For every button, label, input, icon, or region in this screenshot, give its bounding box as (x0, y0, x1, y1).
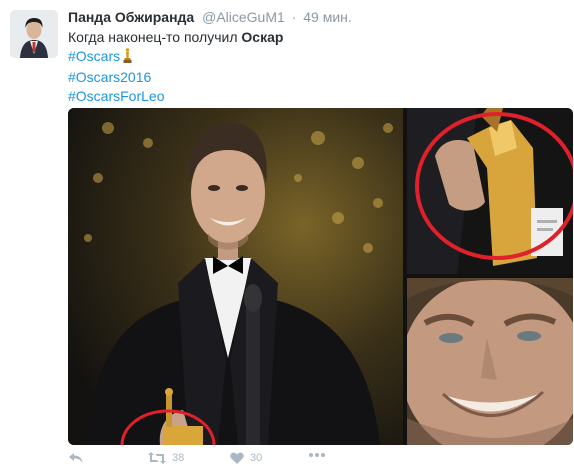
media-photo-main[interactable] (68, 108, 403, 445)
photo-actor-on-stage (68, 108, 403, 445)
heart-icon (230, 452, 244, 464)
hashtag-line: #OscarsForLeo (68, 87, 558, 106)
author-name[interactable]: Панда Обжиранда (68, 9, 194, 25)
photo-oscar-closeup (407, 108, 573, 274)
photo-face-closeup (407, 278, 573, 445)
reply-button[interactable] (68, 452, 84, 464)
reply-icon (69, 453, 83, 463)
timestamp[interactable]: 49 мин. (303, 9, 352, 25)
like-button[interactable]: 30 (230, 452, 262, 464)
media-photo-oscar-closeup[interactable] (407, 108, 573, 274)
separator-dot: · (291, 9, 297, 25)
tweet-text-line: Когда наконец-то получил Оскар (68, 28, 558, 47)
more-button[interactable] (309, 452, 325, 458)
hashtag-line: #Oscars2016 (68, 68, 558, 87)
retweet-count: 38 (172, 452, 185, 464)
hashtag-oscars[interactable]: #Oscars (68, 48, 120, 64)
retweet-button[interactable]: 38 (148, 452, 184, 464)
avatar[interactable] (10, 10, 58, 58)
tweet-header: Панда Обжиранда @AliceGuM1 · 49 мин. (68, 9, 352, 25)
avatar-image (10, 10, 58, 58)
hashtag-oscars2016[interactable]: #Oscars2016 (68, 69, 151, 85)
tweet: Панда Обжиранда @AliceGuM1 · 49 мин. Ког… (0, 0, 574, 464)
oscar-statuette-icon (123, 48, 132, 68)
hashtag-line: #Oscars (68, 47, 558, 68)
retweet-icon (148, 452, 166, 464)
tweet-text-prefix: Когда наконец-то получил (68, 29, 242, 45)
media-grid (68, 108, 573, 445)
hashtag-oscarsforleo[interactable]: #OscarsForLeo (68, 88, 164, 104)
media-photo-face-closeup[interactable] (407, 278, 573, 445)
tweet-text-bold: Оскар (241, 29, 284, 45)
more-icon (309, 453, 325, 457)
tweet-text: Когда наконец-то получил Оскар #Oscars #… (68, 28, 558, 106)
like-count: 30 (250, 452, 263, 464)
author-handle[interactable]: @AliceGuM1 (202, 9, 285, 25)
